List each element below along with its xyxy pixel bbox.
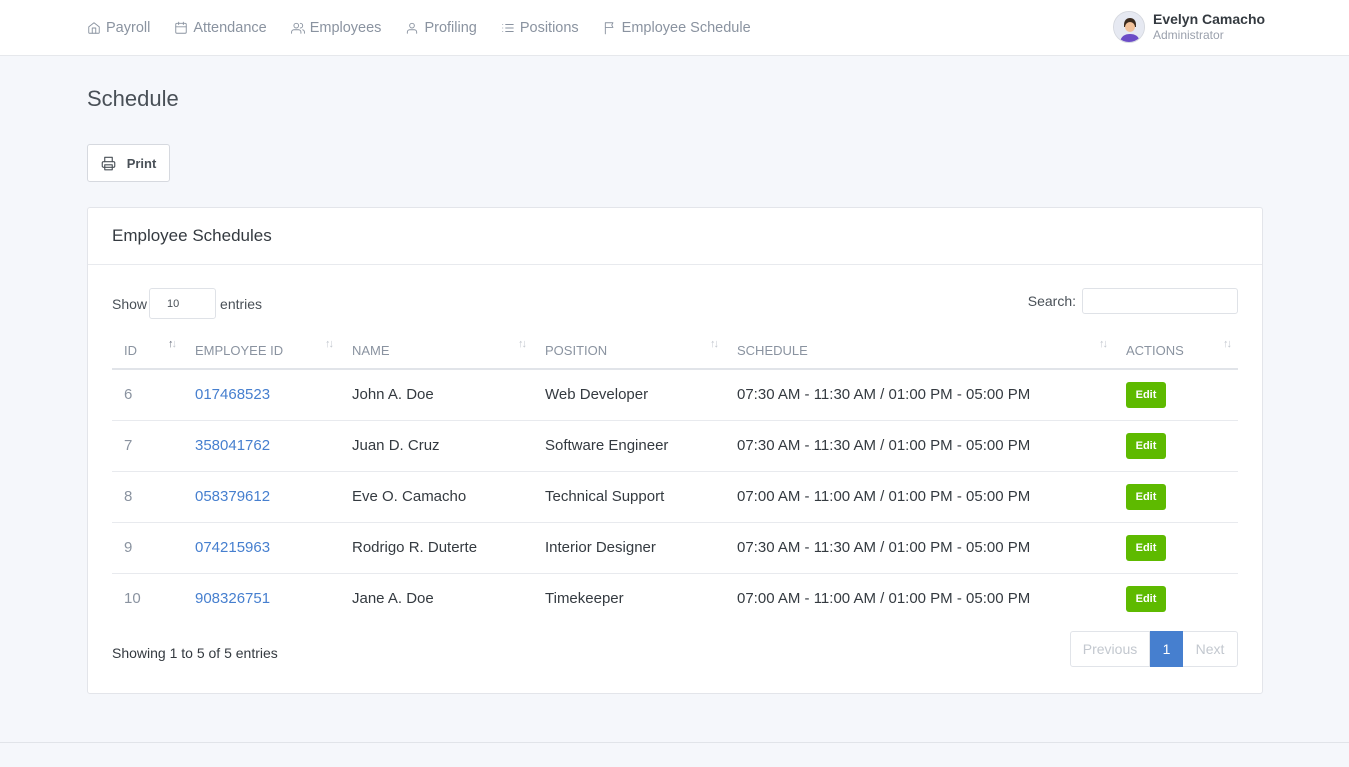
sort-icon: ↑↓ xyxy=(518,338,527,350)
search-input[interactable] xyxy=(1082,288,1238,314)
sort-icon: ↑↓ xyxy=(1223,338,1232,350)
calendar-icon xyxy=(175,21,188,34)
cell-name: John A. Doe xyxy=(340,369,533,421)
edit-button[interactable]: Edit xyxy=(1126,381,1166,408)
cell-name: Jane A. Doe xyxy=(352,590,434,608)
cell-id: 6 xyxy=(112,369,183,421)
edit-button[interactable]: Edit xyxy=(1126,483,1166,510)
column-header-employee-id[interactable]: EMPLOYEE ID ↑↓ xyxy=(183,333,340,370)
edit-button[interactable]: Edit xyxy=(1126,534,1166,561)
cell-schedule: 07:30 AM - 11:30 AM / 01:00 PM - 05:00 P… xyxy=(725,369,1114,421)
table-row: 7 358041762 Juan D. Cruz Software Engine… xyxy=(112,420,1238,472)
nav-item-label: Payroll xyxy=(106,20,151,36)
table-row: 8 058379612 Eve O. Camacho Technical Sup… xyxy=(112,471,1238,523)
table-info: Showing 1 to 5 of 5 entries xyxy=(112,645,278,661)
employee-id-link[interactable]: 058379612 xyxy=(195,488,270,505)
employee-id-link[interactable]: 017468523 xyxy=(195,386,270,403)
schedules-table: ID ↑↓ EMPLOYEE ID ↑↓ NAME ↑↓ POSITION ↑↓ SCH… xyxy=(112,333,1238,624)
user-menu[interactable]: Evelyn Camacho Administrator xyxy=(1113,11,1265,43)
home-icon xyxy=(88,22,100,34)
cell-id: 9 xyxy=(112,522,183,574)
nav-item-label: Profiling xyxy=(424,20,477,36)
pagination-next[interactable]: Next xyxy=(1183,631,1238,667)
column-header-actions[interactable]: ACTIONS ↑↓ xyxy=(1114,333,1238,370)
print-button[interactable]: Print xyxy=(87,144,170,182)
nav-item-profiling[interactable]: Profiling xyxy=(405,20,477,36)
nav-item-payroll[interactable]: Payroll xyxy=(87,20,150,36)
search-label: Search: xyxy=(1027,293,1076,309)
cell-id: 7 xyxy=(112,420,183,472)
cell-position: Technical Support xyxy=(533,471,725,523)
cell-name: Rodrigo R. Duterte xyxy=(340,522,533,574)
pagination: Previous 1 Next xyxy=(1070,631,1238,667)
page-title: Schedule xyxy=(87,86,179,111)
entries-length-control: Show 10 entries xyxy=(112,288,262,319)
cell-id: 8 xyxy=(112,471,183,523)
nav-item-employee-schedule[interactable]: Employee Schedule xyxy=(603,20,751,36)
nav-item-employees[interactable]: Employees xyxy=(290,20,382,36)
sort-icon: ↑↓ xyxy=(325,338,334,350)
edit-button[interactable]: Edit xyxy=(1126,432,1166,459)
column-header-schedule[interactable]: SCHEDULE ↑↓ xyxy=(725,333,1114,370)
cell-position: Interior Designer xyxy=(533,522,725,574)
cell-position: Software Engineer xyxy=(533,420,725,472)
column-header-name[interactable]: NAME ↑↓ xyxy=(340,333,533,370)
schedules-card: Employee Schedules Show 10 entries Searc… xyxy=(87,207,1263,694)
search-control: Search: xyxy=(1028,288,1238,314)
employee-id-link[interactable]: 908326751 xyxy=(195,590,270,607)
cell-name: Eve O. Camacho xyxy=(340,471,533,523)
pagination-page-1[interactable]: 1 xyxy=(1150,631,1183,667)
cell-id: 10 xyxy=(124,590,141,608)
avatar xyxy=(1113,11,1145,43)
sort-icon: ↑↓ xyxy=(168,338,177,350)
nav-item-label: Employee Schedule xyxy=(621,20,751,36)
table-row: 10 908326751 Jane A. Doe Timekeeper 07:0… xyxy=(112,573,1238,624)
nav-item-label: Attendance xyxy=(193,20,267,36)
table-row: 6 017468523 John A. Doe Web Developer 07… xyxy=(112,369,1238,421)
sort-icon: ↑↓ xyxy=(710,338,719,350)
user-icon xyxy=(407,22,418,34)
cell-position: Web Developer xyxy=(533,369,725,421)
cell-name: Juan D. Cruz xyxy=(340,420,533,472)
flag-icon xyxy=(604,22,614,35)
printer-icon xyxy=(101,156,115,170)
sort-icon: ↑↓ xyxy=(1099,338,1108,350)
main-nav: Payroll Attendance Employees Profiling P… xyxy=(87,0,775,56)
nav-item-positions[interactable]: Positions xyxy=(501,20,579,36)
cell-position: Timekeeper xyxy=(545,590,624,608)
cell-schedule: 07:30 AM - 11:30 AM / 01:00 PM - 05:00 P… xyxy=(725,522,1114,574)
users-icon xyxy=(290,22,305,34)
employee-id-link[interactable]: 358041762 xyxy=(195,437,270,454)
user-role: Administrator xyxy=(1153,28,1224,42)
top-navbar: Payroll Attendance Employees Profiling P… xyxy=(0,0,1349,56)
pagination-previous[interactable]: Previous xyxy=(1070,631,1150,667)
user-name: Evelyn Camacho xyxy=(1153,11,1266,27)
table-header-row: ID ↑↓ EMPLOYEE ID ↑↓ NAME ↑↓ POSITION ↑↓ SCH… xyxy=(112,333,1238,370)
cell-schedule: 07:30 AM - 11:30 AM / 01:00 PM - 05:00 P… xyxy=(725,420,1114,472)
print-button-label: Print xyxy=(126,155,157,171)
card-title: Employee Schedules xyxy=(88,208,1262,265)
nav-item-label: Positions xyxy=(519,20,579,36)
column-header-id[interactable]: ID ↑↓ xyxy=(112,333,183,370)
column-header-position[interactable]: POSITION ↑↓ xyxy=(533,333,725,370)
footer-divider xyxy=(0,742,1349,743)
entries-select[interactable]: 10 xyxy=(149,288,217,319)
edit-button[interactable]: Edit xyxy=(1126,585,1166,612)
cell-schedule: 07:00 AM - 11:00 AM / 01:00 PM - 05:00 P… xyxy=(725,471,1114,523)
cell-schedule: 07:00 AM - 11:00 AM / 01:00 PM - 05:00 P… xyxy=(737,590,1031,608)
avatar-icon xyxy=(1114,12,1144,42)
nav-item-label: Employees xyxy=(309,20,382,36)
employee-id-link[interactable]: 074215963 xyxy=(195,539,270,556)
entries-label: entries xyxy=(220,295,263,312)
nav-item-attendance[interactable]: Attendance xyxy=(174,20,267,36)
show-label: Show xyxy=(112,295,148,312)
list-icon xyxy=(502,24,514,32)
table-row: 9 074215963 Rodrigo R. Duterte Interior … xyxy=(112,522,1238,574)
